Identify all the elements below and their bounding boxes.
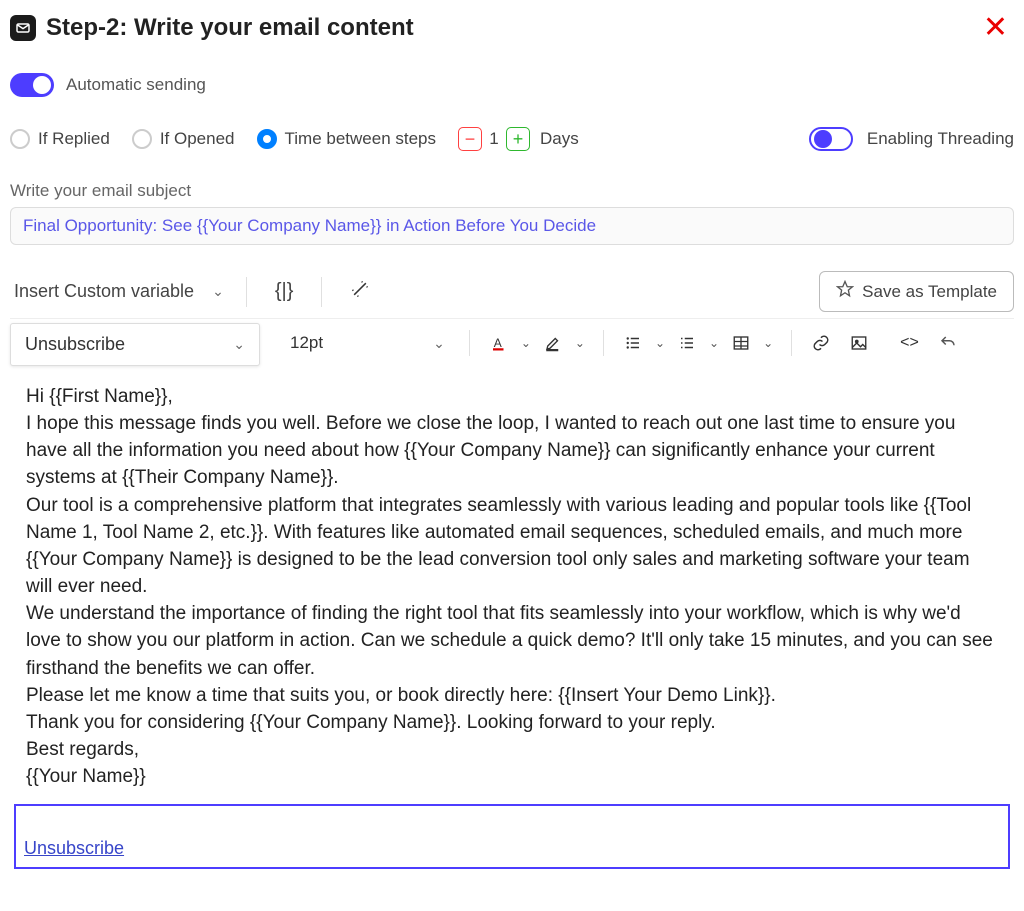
divider bbox=[791, 330, 792, 356]
step-title: Step-2: Write your email content bbox=[46, 14, 414, 42]
decrement-button[interactable]: − bbox=[458, 127, 482, 151]
if-opened-label: If Opened bbox=[160, 129, 235, 149]
chevron-down-icon: ⌄ bbox=[233, 336, 245, 353]
email-body-editor[interactable]: Hi {{First Name}}, I hope this message f… bbox=[10, 383, 1014, 790]
body-line: Please let me know a time that suits you… bbox=[26, 682, 998, 709]
body-line: Thank you for considering {{Your Company… bbox=[26, 709, 998, 736]
increment-button[interactable]: + bbox=[506, 127, 530, 151]
radio-selected-icon bbox=[257, 129, 277, 149]
svg-text:A: A bbox=[494, 336, 502, 350]
radio-icon bbox=[132, 129, 152, 149]
insert-variable-dropdown[interactable]: Insert Custom variable ⌄ bbox=[10, 275, 228, 308]
threading-toggle[interactable] bbox=[809, 127, 853, 151]
body-line: I hope this message finds you well. Befo… bbox=[26, 410, 998, 491]
divider bbox=[246, 277, 247, 307]
days-value: 1 bbox=[488, 129, 500, 149]
days-unit: Days bbox=[540, 129, 579, 149]
time-between-label: Time between steps bbox=[285, 129, 437, 149]
chevron-down-icon[interactable]: ⌄ bbox=[571, 336, 589, 350]
radio-icon bbox=[10, 129, 30, 149]
insert-variable-label: Insert Custom variable bbox=[14, 281, 194, 302]
link-button[interactable] bbox=[806, 330, 836, 356]
divider bbox=[603, 330, 604, 356]
unsubscribe-dropdown-label: Unsubscribe bbox=[25, 334, 125, 355]
body-line: {{Your Name}} bbox=[26, 763, 998, 790]
automatic-sending-row: Automatic sending bbox=[10, 73, 1014, 97]
star-icon bbox=[836, 280, 854, 303]
numbered-list-button[interactable] bbox=[672, 330, 702, 356]
code-view-button[interactable]: <> bbox=[894, 330, 925, 356]
modal-header: Step-2: Write your email content ✕ bbox=[10, 10, 1014, 45]
mail-icon bbox=[10, 15, 36, 41]
chevron-down-icon[interactable]: ⌄ bbox=[517, 336, 535, 350]
text-color-button[interactable]: A bbox=[484, 330, 514, 356]
unsubscribe-link[interactable]: Unsubscribe bbox=[24, 838, 124, 858]
subject-input[interactable] bbox=[10, 207, 1014, 245]
if-replied-option[interactable]: If Replied bbox=[10, 129, 110, 149]
if-replied-label: If Replied bbox=[38, 129, 110, 149]
time-between-option[interactable]: Time between steps bbox=[257, 129, 437, 149]
threading-label: Enabling Threading bbox=[867, 129, 1014, 149]
font-size-value: 12pt bbox=[290, 333, 323, 353]
table-button[interactable] bbox=[726, 330, 756, 356]
chevron-down-icon[interactable]: ⌄ bbox=[705, 336, 723, 350]
chevron-down-icon[interactable]: ⌄ bbox=[759, 336, 777, 350]
chevron-down-icon: ⌄ bbox=[212, 283, 224, 300]
image-button[interactable] bbox=[844, 330, 874, 356]
toolbar-primary: Insert Custom variable ⌄ {|} Save as Tem… bbox=[10, 271, 1014, 312]
undo-button[interactable] bbox=[933, 330, 963, 356]
body-line: Best regards, bbox=[26, 736, 998, 763]
body-line: Our tool is a comprehensive platform tha… bbox=[26, 492, 998, 601]
body-line: We understand the importance of finding … bbox=[26, 600, 998, 681]
magic-wand-button[interactable] bbox=[340, 275, 380, 309]
merge-tag-button[interactable]: {|} bbox=[265, 276, 304, 307]
automatic-sending-label: Automatic sending bbox=[66, 75, 206, 95]
highlight-color-button[interactable] bbox=[538, 330, 568, 356]
close-icon[interactable]: ✕ bbox=[977, 10, 1014, 45]
divider bbox=[321, 277, 322, 307]
automatic-sending-toggle[interactable] bbox=[10, 73, 54, 97]
body-line: Hi {{First Name}}, bbox=[26, 383, 998, 410]
save-as-template-button[interactable]: Save as Template bbox=[819, 271, 1014, 312]
days-stepper: − 1 + Days bbox=[458, 127, 579, 151]
if-opened-option[interactable]: If Opened bbox=[132, 129, 235, 149]
subject-label: Write your email subject bbox=[10, 181, 1014, 201]
save-as-template-label: Save as Template bbox=[862, 282, 997, 302]
step-options-row: If Replied If Opened Time between steps … bbox=[10, 127, 1014, 151]
chevron-down-icon: ⌄ bbox=[433, 335, 445, 352]
divider bbox=[469, 330, 470, 356]
unsubscribe-dropdown[interactable]: Unsubscribe ⌄ bbox=[10, 323, 260, 366]
chevron-down-icon[interactable]: ⌄ bbox=[651, 336, 669, 350]
font-size-dropdown[interactable]: 12pt ⌄ bbox=[280, 327, 455, 359]
bullet-list-button[interactable] bbox=[618, 330, 648, 356]
toolbar-formatting: Unsubscribe ⌄ 12pt ⌄ A ⌄ ⌄ ⌄ ⌄ ⌄ bbox=[10, 318, 1014, 359]
unsubscribe-block: Unsubscribe bbox=[14, 804, 1010, 869]
